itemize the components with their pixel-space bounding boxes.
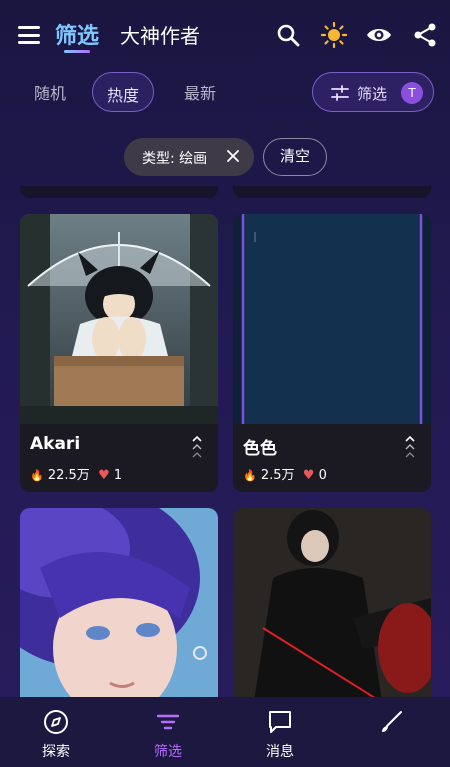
heart-icon: ♥ [98, 468, 110, 483]
tab-filter[interactable]: 筛选 [55, 18, 99, 50]
sort-bar: 随机 热度 最新 筛选 T [0, 72, 450, 114]
top-bar: 筛选 大神作者 [0, 0, 450, 70]
compass-icon [44, 710, 68, 734]
nav-explore-label: 探索 [42, 744, 70, 760]
card-views: 22.5万 [47, 468, 90, 483]
filter-button-label: 筛选 [357, 85, 388, 103]
clear-filters-button[interactable]: 清空 [263, 138, 327, 176]
artwork-image [233, 214, 431, 424]
artwork-card[interactable]: 色色 🔥 2.5万 ♥ 0 [233, 214, 431, 492]
card-stats: 🔥 2.5万 ♥ 0 [243, 464, 327, 483]
sort-latest[interactable]: 最新 [184, 80, 216, 104]
chevron-up-icon[interactable] [190, 434, 204, 464]
nav-messages[interactable]: 消息 [224, 697, 336, 767]
card-likes: 1 [113, 468, 123, 483]
search-icon[interactable] [275, 22, 301, 48]
tab-active-indicator [64, 50, 90, 53]
eye-icon[interactable] [366, 22, 392, 48]
artwork-card[interactable]: Akari 🔥 22.5万 ♥ 1 [20, 214, 218, 492]
card-views: 2.5万 [260, 468, 295, 483]
type-filter-label: 类型: 绘画 [142, 151, 208, 167]
share-icon[interactable] [412, 22, 438, 48]
bottom-navigation: 探索 筛选 消息 [0, 697, 450, 767]
fire-icon: 🔥 [30, 469, 44, 482]
tab-top-authors[interactable]: 大神作者 [120, 20, 200, 49]
message-icon [269, 711, 291, 733]
heart-icon: ♥ [302, 468, 315, 483]
artwork-card[interactable] [233, 508, 431, 708]
sort-hot[interactable]: 热度 [92, 72, 155, 112]
card-edge [233, 186, 431, 198]
nav-filter-label: 筛选 [154, 744, 182, 760]
artwork-image [233, 508, 431, 708]
sliders-icon [331, 85, 349, 101]
menu-icon[interactable] [18, 26, 40, 44]
artwork-image [20, 508, 218, 708]
nav-explore[interactable]: 探索 [0, 697, 112, 767]
artwork-image [20, 214, 218, 424]
fire-icon: 🔥 [243, 469, 257, 482]
card-title: 色色 [243, 439, 277, 459]
filter-icon [156, 714, 180, 730]
card-edge [20, 186, 218, 198]
type-filter-chip[interactable]: 类型: 绘画 [124, 138, 254, 176]
card-info: 色色 🔥 2.5万 ♥ 0 [233, 424, 431, 492]
sun-icon[interactable] [321, 22, 347, 48]
sort-random[interactable]: 随机 [34, 80, 66, 104]
filter-button[interactable]: 筛选 T [312, 72, 434, 112]
brush-icon [382, 711, 402, 732]
nav-messages-label: 消息 [266, 744, 294, 760]
card-info: Akari 🔥 22.5万 ♥ 1 [20, 424, 218, 492]
card-title: Akari [30, 434, 81, 454]
card-stats: 🔥 22.5万 ♥ 1 [30, 464, 122, 483]
artwork-card[interactable] [20, 508, 218, 708]
card-likes: 0 [318, 468, 327, 483]
nav-create[interactable] [336, 697, 448, 767]
chevron-up-icon[interactable] [403, 434, 417, 464]
nav-filter[interactable]: 筛选 [112, 697, 224, 767]
filter-badge: T [401, 82, 423, 104]
close-icon[interactable] [226, 149, 240, 163]
